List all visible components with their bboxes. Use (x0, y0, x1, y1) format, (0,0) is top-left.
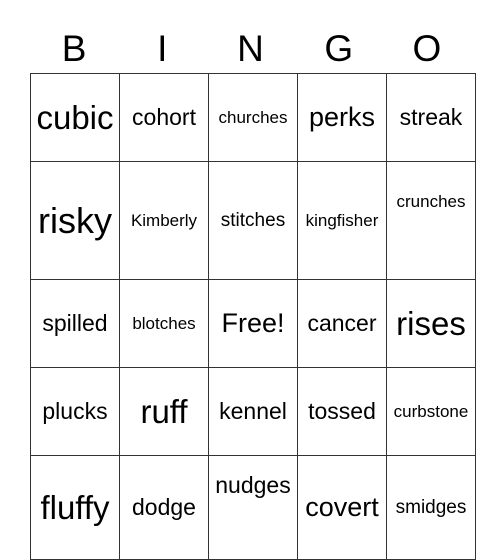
bingo-cell[interactable]: kingfisher (297, 161, 387, 280)
bingo-cell[interactable]: risky (30, 161, 120, 280)
grid-row: risky Kimberly stitches kingfisher crunc… (30, 161, 476, 280)
bingo-cell[interactable]: cancer (297, 279, 387, 368)
bingo-cell[interactable]: cohort (119, 73, 209, 162)
header-letter-o: O (412, 28, 442, 69)
bingo-header: B I N G O (30, 26, 471, 72)
bingo-cell[interactable]: rises (386, 279, 476, 368)
bingo-cell[interactable]: kennel (208, 367, 298, 456)
bingo-cell[interactable]: perks (297, 73, 387, 162)
header-letter-b: B (61, 28, 87, 69)
bingo-cell[interactable]: cubic (30, 73, 120, 162)
bingo-grid: cubic cohort churches perks streak risky… (30, 73, 476, 560)
bingo-cell[interactable]: stitches (208, 161, 298, 280)
header-letter-i: I (157, 28, 168, 69)
bingo-cell[interactable]: curbstone (386, 367, 476, 456)
grid-row: spilled blotches Free! cancer rises (30, 279, 476, 368)
bingo-cell[interactable]: Kimberly (119, 161, 209, 280)
bingo-cell[interactable]: blotches (119, 279, 209, 368)
bingo-cell free-space[interactable]: Free! (208, 279, 298, 368)
bingo-cell[interactable]: churches (208, 73, 298, 162)
bingo-cell[interactable]: crunches (386, 161, 476, 280)
grid-row: plucks ruff kennel tossed curbstone (30, 367, 476, 456)
header-letter-n: N (237, 28, 264, 69)
bingo-cell[interactable]: ruff (119, 367, 209, 456)
header-letter-g: G (324, 28, 354, 69)
bingo-cell[interactable]: plucks (30, 367, 120, 456)
grid-row: cubic cohort churches perks streak (30, 73, 476, 162)
bingo-cell[interactable]: streak (386, 73, 476, 162)
bingo-cell[interactable]: spilled (30, 279, 120, 368)
bingo-cell[interactable]: tossed (297, 367, 387, 456)
